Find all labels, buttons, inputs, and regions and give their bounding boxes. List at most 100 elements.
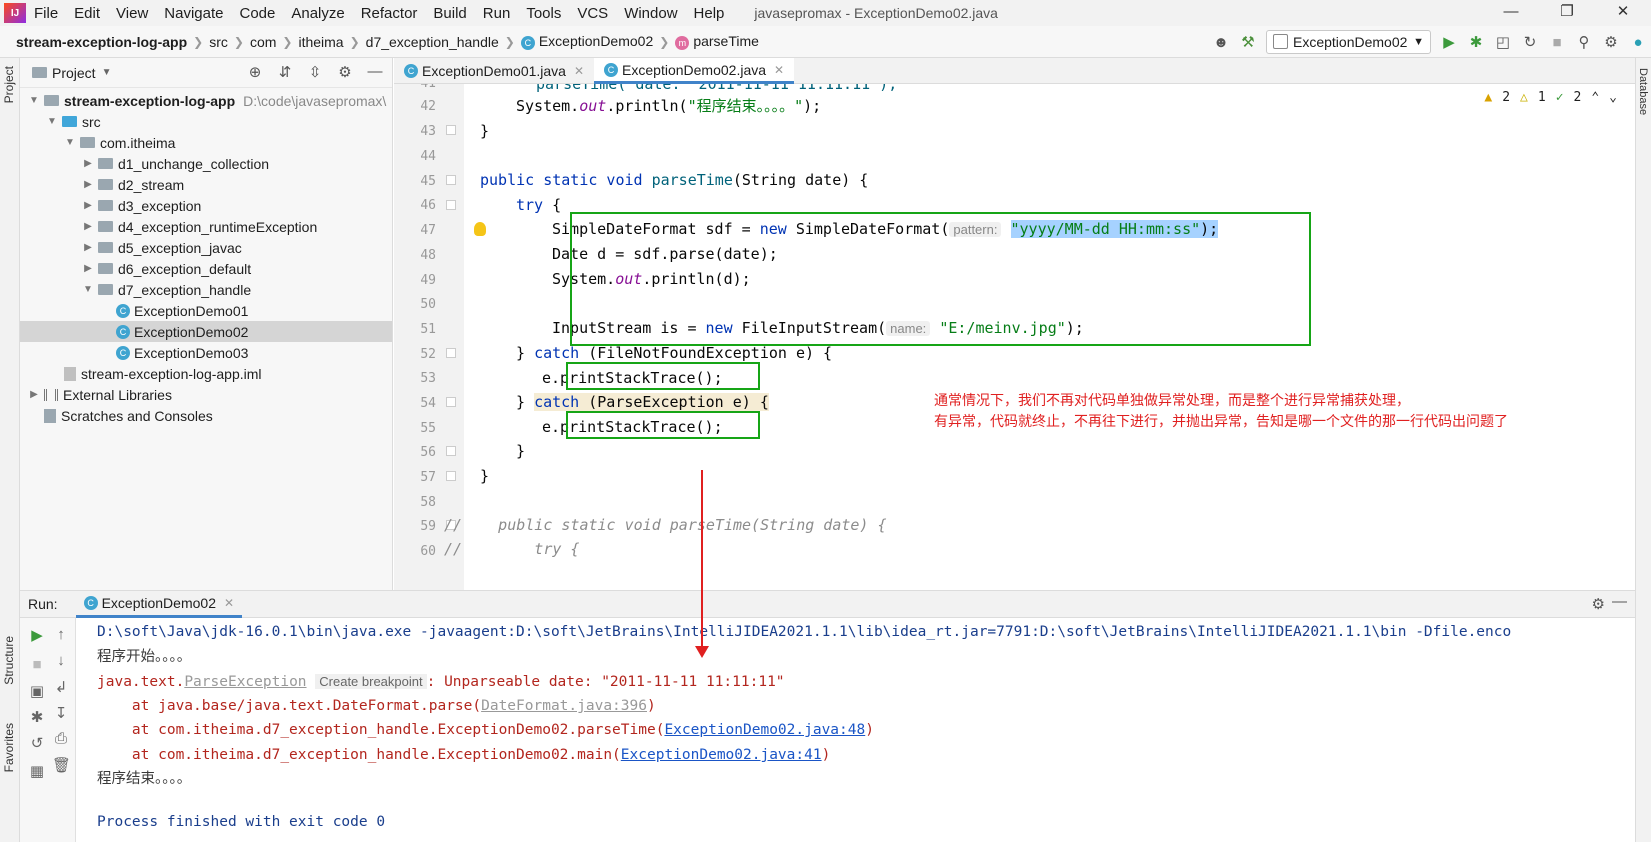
inspection-widget[interactable]: ▲ 2 △ 1 ✓ 2 ⌃ ⌄ bbox=[1484, 90, 1617, 105]
search-icon[interactable]: ⚲ bbox=[1575, 33, 1593, 51]
fold-marker-icon[interactable] bbox=[446, 348, 456, 358]
chevron-down-icon[interactable]: ▼ bbox=[64, 137, 76, 148]
menu-analyze[interactable]: Analyze bbox=[283, 5, 352, 22]
console-output[interactable]: D:\soft\Java\jdk-16.0.1\bin\java.exe -ja… bbox=[77, 618, 1635, 842]
plugin-icon[interactable]: ● bbox=[1629, 34, 1647, 51]
menu-edit[interactable]: Edit bbox=[66, 5, 108, 22]
hide-icon[interactable]: — bbox=[366, 63, 384, 81]
stack-frame-link[interactable]: ExceptionDemo02.java:48 bbox=[664, 722, 865, 738]
menu-view[interactable]: View bbox=[108, 5, 156, 22]
user-icon[interactable]: ☻ bbox=[1212, 34, 1230, 51]
tree-item-package[interactable]: ▶ d3_exception bbox=[20, 195, 392, 216]
tree-item-package[interactable]: ▶ d6_exception_default bbox=[20, 258, 392, 279]
menu-vcs[interactable]: VCS bbox=[569, 5, 616, 22]
run-icon[interactable]: ▶ bbox=[1440, 33, 1458, 51]
fold-marker-icon[interactable] bbox=[446, 175, 456, 185]
chevron-right-icon[interactable]: ▶ bbox=[82, 179, 94, 190]
chevron-down-icon[interactable]: ▼ bbox=[46, 116, 58, 127]
hide-icon[interactable]: — bbox=[1612, 593, 1627, 610]
stack-frame-link[interactable]: ExceptionDemo02.java:41 bbox=[621, 747, 822, 763]
close-icon[interactable]: ✕ bbox=[774, 63, 784, 77]
tree-item-class-selected[interactable]: C ExceptionDemo02 bbox=[20, 321, 392, 342]
chevron-down-icon[interactable]: ▼ bbox=[28, 95, 40, 106]
menu-help[interactable]: Help bbox=[686, 5, 733, 22]
breadcrumb-class[interactable]: C ExceptionDemo02 bbox=[515, 33, 659, 50]
stop-icon[interactable]: ■ bbox=[1548, 34, 1566, 51]
run-configuration-select[interactable]: ExceptionDemo02 ▼ bbox=[1266, 30, 1431, 54]
locate-icon[interactable]: ⊕ bbox=[246, 63, 264, 81]
chevron-right-icon[interactable]: ▶ bbox=[82, 158, 94, 169]
collapse-all-icon[interactable]: ⇳ bbox=[306, 63, 324, 81]
breadcrumb-src[interactable]: src bbox=[203, 34, 234, 50]
tree-item-package[interactable]: ▶ d5_exception_javac bbox=[20, 237, 392, 258]
soft-wrap-icon[interactable]: ↲ bbox=[52, 678, 70, 696]
profile-icon[interactable]: ↻ bbox=[1521, 33, 1539, 51]
menu-navigate[interactable]: Navigate bbox=[156, 5, 231, 22]
tree-item-package[interactable]: ▼ d7_exception_handle bbox=[20, 279, 392, 300]
create-breakpoint-link[interactable]: Create breakpoint bbox=[315, 674, 427, 689]
camera-icon[interactable]: ▣ bbox=[28, 682, 46, 700]
menu-code[interactable]: Code bbox=[231, 5, 283, 22]
fold-marker-icon[interactable] bbox=[446, 397, 456, 407]
tool-tab-structure[interactable]: Structure bbox=[2, 636, 16, 685]
tree-item-scratches[interactable]: Scratches and Consoles bbox=[20, 405, 392, 426]
tree-item-module[interactable]: ▼ stream-exception-log-app D:\code\javas… bbox=[20, 90, 392, 111]
run-tab[interactable]: C ExceptionDemo02 ✕ bbox=[75, 591, 243, 618]
close-icon[interactable]: ✕ bbox=[1595, 0, 1651, 26]
tree-item-class[interactable]: C ExceptionDemo01 bbox=[20, 300, 392, 321]
breadcrumb-com[interactable]: com bbox=[244, 34, 282, 50]
restore-layout-icon[interactable]: ↺ bbox=[28, 734, 46, 752]
fold-marker-icon[interactable] bbox=[446, 446, 456, 456]
coverage-icon[interactable]: ◰ bbox=[1494, 33, 1512, 51]
tab-exceptiondemo02[interactable]: C ExceptionDemo02.java ✕ bbox=[594, 58, 795, 84]
expand-all-icon[interactable]: ⇵ bbox=[276, 63, 294, 81]
layout-icon[interactable]: ▦ bbox=[28, 762, 46, 780]
tool-tab-favorites[interactable]: Favorites bbox=[2, 723, 16, 772]
tree-item-iml-file[interactable]: stream-exception-log-app.iml bbox=[20, 363, 392, 384]
chevron-right-icon[interactable]: ▶ bbox=[82, 221, 94, 232]
breadcrumb-project[interactable]: stream-exception-log-app bbox=[10, 34, 193, 50]
fold-marker-icon[interactable] bbox=[446, 471, 456, 481]
trash-icon[interactable]: 🗑 bbox=[52, 756, 71, 774]
chevron-down-icon[interactable]: ▼ bbox=[102, 67, 112, 78]
gear-icon[interactable]: ⚙ bbox=[336, 63, 354, 81]
build-hammer-icon[interactable]: ⚒ bbox=[1239, 33, 1257, 51]
chevron-down-icon[interactable]: ▼ bbox=[82, 284, 94, 295]
close-icon[interactable]: ✕ bbox=[574, 64, 584, 78]
breadcrumb-package[interactable]: d7_exception_handle bbox=[360, 34, 505, 50]
menu-tools[interactable]: Tools bbox=[518, 5, 569, 22]
project-panel-title[interactable]: Project bbox=[52, 65, 96, 81]
chevron-right-icon[interactable]: ▶ bbox=[82, 200, 94, 211]
exception-class-link[interactable]: ParseException bbox=[184, 674, 306, 690]
tree-item-class[interactable]: C ExceptionDemo03 bbox=[20, 342, 392, 363]
stop-icon[interactable]: ■ bbox=[28, 656, 46, 673]
scroll-to-end-icon[interactable]: ↧ bbox=[52, 704, 70, 722]
tool-tab-project[interactable]: Project bbox=[2, 66, 16, 103]
chevron-right-icon[interactable]: ▶ bbox=[82, 242, 94, 253]
chevron-right-icon[interactable]: ▶ bbox=[28, 389, 40, 400]
tree-item-external-libraries[interactable]: ▶ External Libraries bbox=[20, 384, 392, 405]
arrow-down-icon[interactable]: ↓ bbox=[52, 652, 70, 669]
breadcrumb-method[interactable]: m parseTime bbox=[669, 33, 765, 50]
menu-file[interactable]: File bbox=[26, 5, 66, 22]
fold-marker-icon[interactable] bbox=[446, 200, 456, 210]
menu-run[interactable]: Run bbox=[475, 5, 519, 22]
tree-item-package[interactable]: ▶ d1_unchange_collection bbox=[20, 153, 392, 174]
menu-build[interactable]: Build bbox=[425, 5, 474, 22]
chevron-right-icon[interactable]: ▶ bbox=[82, 263, 94, 274]
print-icon[interactable]: ⎙ bbox=[52, 730, 70, 747]
breadcrumb-itheima[interactable]: itheima bbox=[292, 34, 349, 50]
fold-marker-icon[interactable] bbox=[446, 125, 456, 135]
minimize-icon[interactable]: — bbox=[1483, 0, 1539, 26]
tree-item-package[interactable]: ▶ d4_exception_runtimeException bbox=[20, 216, 392, 237]
gear-icon[interactable]: ⚙ bbox=[1592, 595, 1605, 613]
chevron-down-icon[interactable]: ⌄ bbox=[1609, 90, 1617, 105]
code-editor[interactable]: 41 42 43 44 45 46 47 48 49 50 51 52 53 5… bbox=[394, 84, 1635, 590]
tree-item-package[interactable]: ▼ com.itheima bbox=[20, 132, 392, 153]
chevron-up-icon[interactable]: ⌃ bbox=[1591, 90, 1599, 105]
menu-refactor[interactable]: Refactor bbox=[353, 5, 426, 22]
tab-exceptiondemo01[interactable]: C ExceptionDemo01.java ✕ bbox=[394, 58, 594, 84]
lightbulb-icon[interactable] bbox=[474, 222, 486, 236]
arrow-up-icon[interactable]: ↑ bbox=[52, 626, 70, 643]
debug-icon[interactable]: ✱ bbox=[1467, 33, 1485, 51]
